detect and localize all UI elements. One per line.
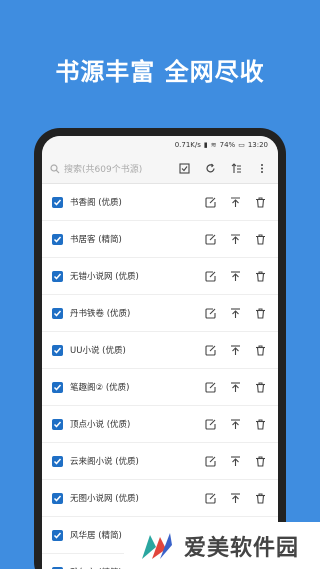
source-checkbox[interactable] (52, 233, 63, 245)
select-all-icon[interactable] (176, 161, 192, 177)
battery-icon: ▭ (238, 141, 245, 149)
edit-icon[interactable] (202, 268, 218, 284)
source-label: 书香阁 (优质) (70, 198, 122, 208)
source-checkbox[interactable] (52, 418, 63, 430)
source-label: 笔趣阁② (优质) (70, 383, 130, 393)
source-label: UU小说 (优质) (70, 346, 126, 356)
move-to-top-icon[interactable] (227, 231, 243, 247)
watermark-text: 爱美软件园 (184, 535, 300, 561)
phone-frame: 0.71K/s ▮ ≋ 74% ▭ 13:20 搜索(共609个书源) 书香阁 … (34, 128, 286, 569)
delete-icon[interactable] (252, 416, 268, 432)
source-label: 无图小说网 (优质) (70, 494, 139, 504)
toolbar: 搜索(共609个书源) (42, 154, 278, 184)
sort-icon[interactable] (228, 161, 244, 177)
battery-level: 74% (219, 141, 236, 149)
edit-icon[interactable] (202, 194, 218, 210)
source-label: 云来阁小说 (优质) (70, 457, 139, 467)
search-input[interactable]: 搜索(共609个书源) (50, 162, 166, 175)
delete-icon[interactable] (252, 231, 268, 247)
source-checkbox[interactable] (52, 492, 63, 504)
move-to-top-icon[interactable] (227, 416, 243, 432)
move-to-top-icon[interactable] (227, 305, 243, 321)
source-label: 丹书铁卷 (优质) (70, 309, 131, 319)
source-row[interactable]: 书香阁 (优质) (42, 184, 278, 221)
source-checkbox[interactable] (52, 196, 63, 208)
more-menu-icon[interactable] (254, 161, 270, 177)
source-row[interactable]: 丹书铁卷 (优质) (42, 295, 278, 332)
delete-icon[interactable] (252, 305, 268, 321)
phone-screen: 0.71K/s ▮ ≋ 74% ▭ 13:20 搜索(共609个书源) 书香阁 … (42, 136, 278, 569)
edit-icon[interactable] (202, 342, 218, 358)
edit-icon[interactable] (202, 305, 218, 321)
search-icon (50, 163, 60, 173)
status-bar: 0.71K/s ▮ ≋ 74% ▭ 13:20 (42, 136, 278, 154)
source-checkbox[interactable] (52, 381, 63, 393)
source-checkbox[interactable] (52, 270, 63, 282)
headline: 书源丰富 全网尽收 (55, 58, 265, 86)
source-row[interactable]: 顶点小说 (优质) (42, 406, 278, 443)
edit-icon[interactable] (202, 453, 218, 469)
move-to-top-icon[interactable] (227, 379, 243, 395)
network-speed: 0.71K/s (174, 141, 201, 149)
source-checkbox[interactable] (52, 307, 63, 319)
move-to-top-icon[interactable] (227, 490, 243, 506)
source-row[interactable]: 无图小说网 (优质) (42, 480, 278, 517)
delete-icon[interactable] (252, 194, 268, 210)
refresh-icon[interactable] (202, 161, 218, 177)
move-to-top-icon[interactable] (227, 268, 243, 284)
source-checkbox[interactable] (52, 455, 63, 467)
wifi-icon: ≋ (210, 141, 217, 149)
delete-icon[interactable] (252, 342, 268, 358)
source-row[interactable]: 笔趣阁② (优质) (42, 369, 278, 406)
edit-icon[interactable] (202, 231, 218, 247)
source-list: 书香阁 (优质) 书居客 (精简) 无错小说网 (优质) 丹书铁卷 (优质) UU小说 … (42, 184, 278, 569)
delete-icon[interactable] (252, 268, 268, 284)
source-row[interactable]: 云来阁小说 (优质) (42, 443, 278, 480)
watermark-brand: 爱美软件园 (124, 522, 320, 569)
source-row[interactable]: 书居客 (精简) (42, 221, 278, 258)
edit-icon[interactable] (202, 379, 218, 395)
source-checkbox[interactable] (52, 344, 63, 356)
edit-icon[interactable] (202, 416, 218, 432)
source-row[interactable]: UU小说 (优质) (42, 332, 278, 369)
delete-icon[interactable] (252, 490, 268, 506)
move-to-top-icon[interactable] (227, 194, 243, 210)
brand-logo-icon (142, 532, 172, 559)
delete-icon[interactable] (252, 379, 268, 395)
edit-icon[interactable] (202, 490, 218, 506)
source-label: 无错小说网 (优质) (70, 272, 139, 282)
move-to-top-icon[interactable] (227, 453, 243, 469)
source-checkbox[interactable] (52, 529, 63, 541)
move-to-top-icon[interactable] (227, 342, 243, 358)
delete-icon[interactable] (252, 453, 268, 469)
source-label: 顶点小说 (优质) (70, 420, 131, 430)
source-label: 书居客 (精简) (70, 235, 122, 245)
source-row[interactable]: 无错小说网 (优质) (42, 258, 278, 295)
signal-icon: ▮ (203, 141, 208, 149)
search-placeholder: 搜索(共609个书源) (64, 165, 143, 175)
clock: 13:20 (247, 141, 268, 149)
